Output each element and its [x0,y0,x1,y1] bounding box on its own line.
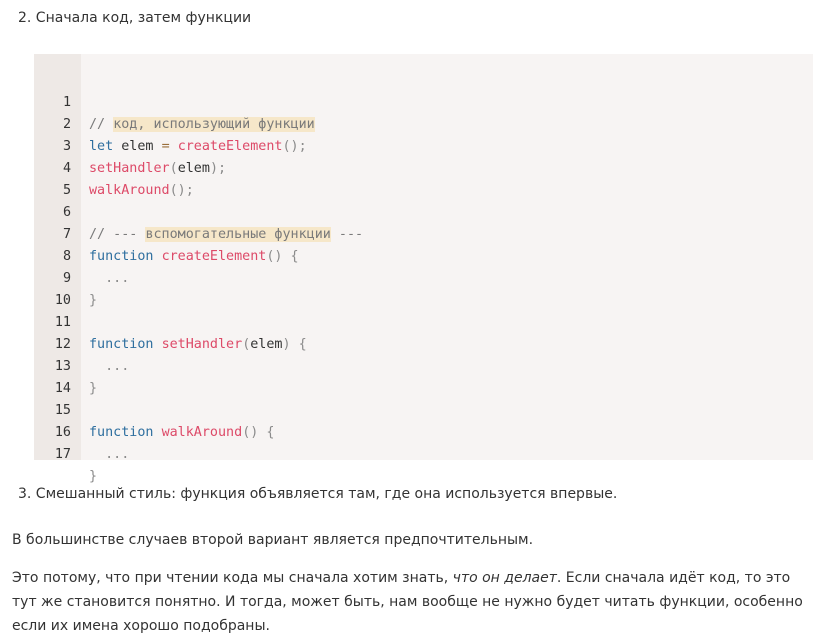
list-item-3: 3. Смешанный стиль: функция объявляется … [18,486,618,502]
code-identifier: elem [250,337,283,352]
code-comment: // [89,117,114,132]
code-block: 1 // код, использующий функции 2 let ele… [34,54,813,484]
code-comment: // --- [89,227,146,242]
code-punctuation: () { [266,249,299,264]
code-keyword: function [89,249,154,264]
code-ellipsis: ... [89,359,130,374]
code-punctuation: ) { [282,337,307,352]
code-function-name: createElement [161,249,267,264]
code-comment-highlight: вспомогательные функции [145,227,331,242]
code-line-5: 5 [34,158,71,198]
code-keyword: function [89,425,154,440]
code-punctuation: ); [209,161,227,176]
code-punctuation: (); [169,183,194,198]
code-punctuation: () { [242,425,275,440]
emphasis-text: что он делает [452,570,557,586]
code-line-1: 1 // код, использующий функции [34,70,315,132]
code-line-2: 2 let elem = createElement(); [34,92,307,154]
code-line-8: 8 ... [34,224,129,286]
code-punctuation: } [89,469,98,484]
code-ellipsis: ... [89,271,130,286]
code-punctuation: ( [169,161,178,176]
code-comment-highlight: код, использующий функции [113,117,315,132]
code-line-7: 7 function createElement() { [34,202,299,264]
code-function-name: setHandler [89,161,170,176]
code-line-10: 10 [34,268,71,308]
code-ellipsis: ... [89,447,130,462]
code-identifier: elem [113,139,162,154]
line-number: 17 [54,447,71,462]
code-operator: = [161,139,170,154]
code-function-name: walkAround [89,183,170,198]
code-line-12: 12 ... [34,312,129,374]
code-line-6: 6 // --- вспомогательные функции --- [34,180,363,242]
code-line-3: 3 setHandler(elem); [34,114,226,176]
code-function-name: createElement [177,139,283,154]
code-line-13: 13 } [34,334,97,396]
code-line-15: 15 function walkAround() { [34,378,275,440]
code-function-name: setHandler [161,337,243,352]
code-line-17: 17 } [34,422,97,484]
code-line-14: 14 [34,356,71,396]
code-punctuation: } [89,381,98,396]
code-punctuation: (); [282,139,307,154]
paragraph-text: Это потому, что при чтении кода мы снача… [12,570,453,586]
list-item-2: 2. Сначала код, затем функции [18,10,252,26]
code-line-11: 11 function setHandler(elem) { [34,290,307,352]
paragraph-preference: В большинстве случаев второй вариант явл… [12,532,534,548]
code-line-16: 16 ... [34,400,129,462]
code-function-name: walkAround [161,425,243,440]
code-punctuation: } [89,293,98,308]
code-line-9: 9 } [34,246,97,308]
code-line-4: 4 walkAround(); [34,136,194,198]
code-comment: --- [330,227,364,242]
code-identifier: elem [177,161,210,176]
paragraph-reason: Это потому, что при чтении кода мы снача… [12,566,814,638]
code-keyword: function [89,337,154,352]
code-keyword: let [89,139,114,154]
